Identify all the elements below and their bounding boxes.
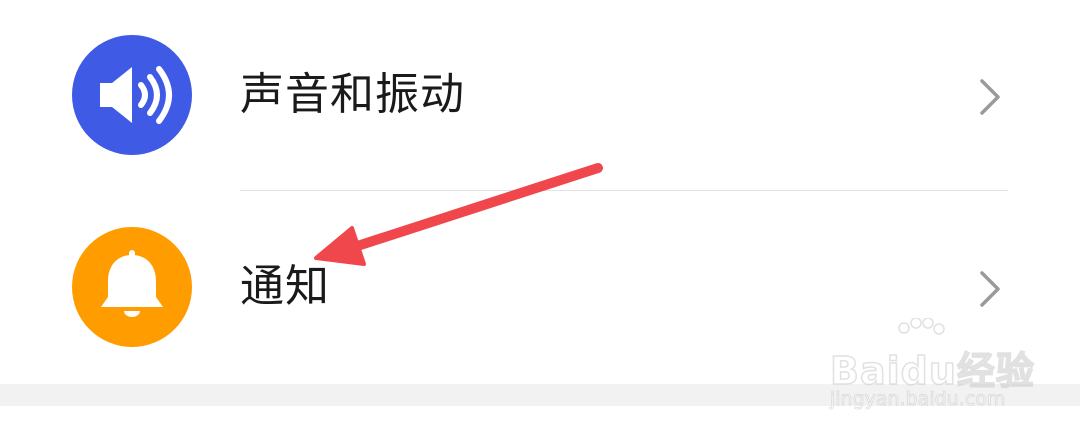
watermark-logo: Baidu经验 xyxy=(829,348,1035,394)
row-divider xyxy=(240,190,1008,191)
settings-item-sound-vibration[interactable]: 声音和振动 xyxy=(0,20,1080,170)
settings-screen: 声音和振动 通知 Baidu经验 jingyan.baidu.com xyxy=(0,0,1080,438)
chevron-right-icon xyxy=(980,79,1000,115)
bell-icon xyxy=(72,227,192,347)
watermark-url: jingyan.baidu.com xyxy=(830,388,1006,411)
settings-item-label: 通知 xyxy=(240,261,330,312)
speaker-icon xyxy=(72,35,192,155)
watermark: Baidu经验 jingyan.baidu.com xyxy=(826,318,1035,418)
chevron-right-icon xyxy=(980,271,1000,307)
settings-item-label: 声音和振动 xyxy=(240,69,465,120)
